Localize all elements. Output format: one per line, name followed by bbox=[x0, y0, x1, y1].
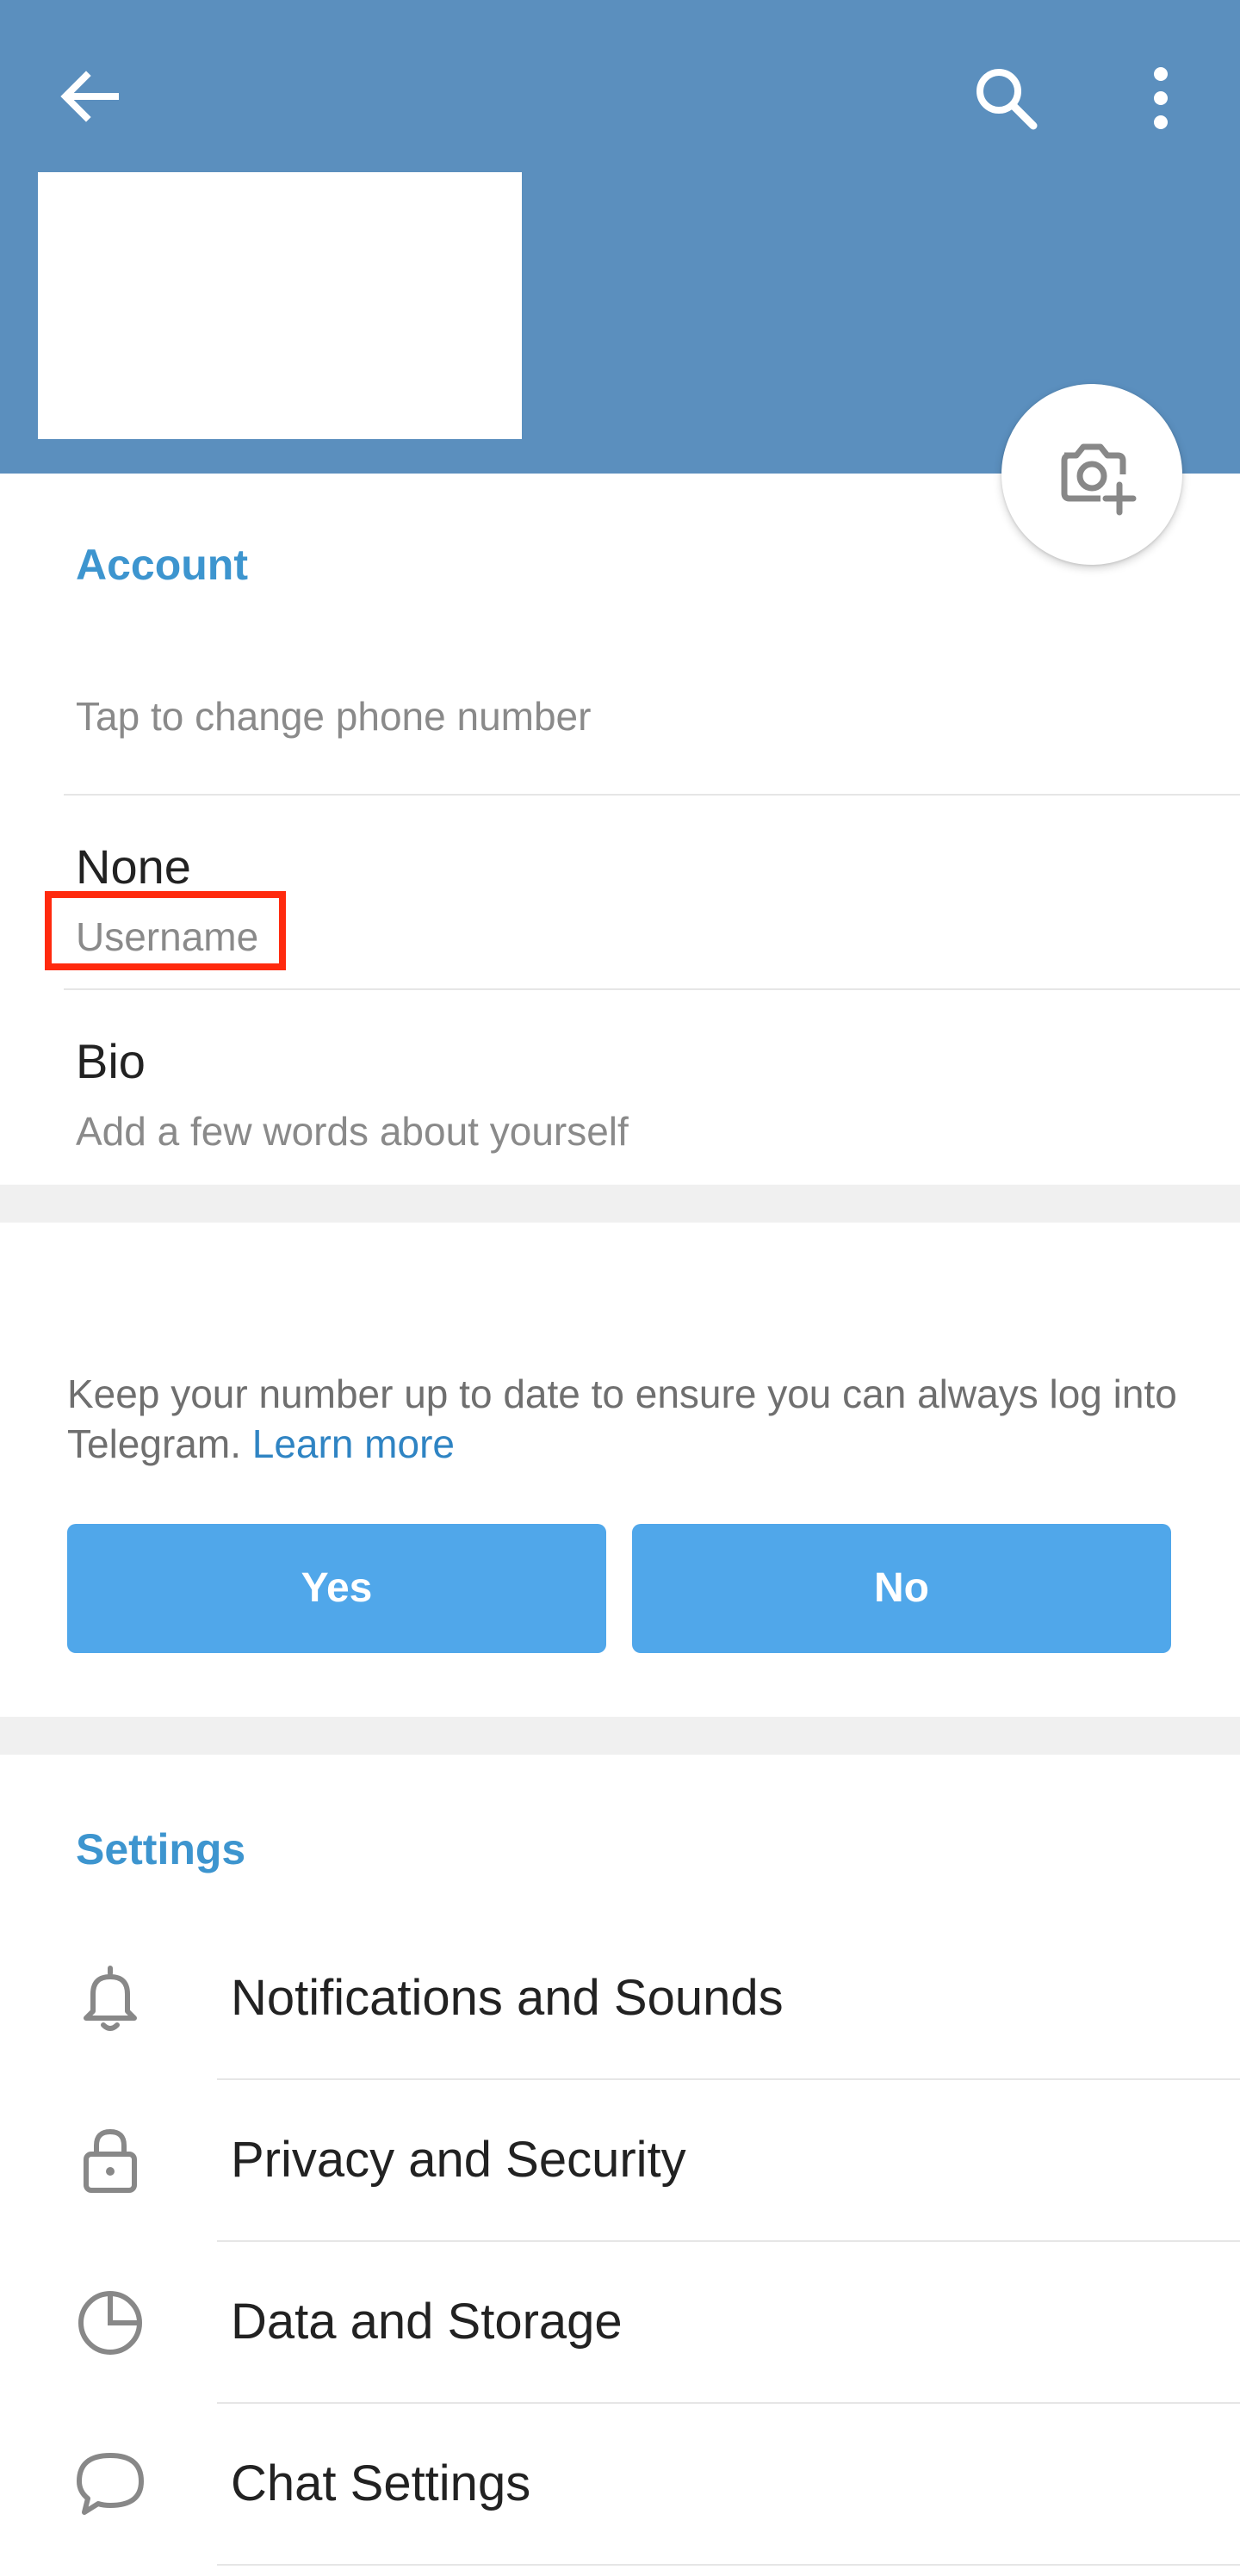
settings-item-chat[interactable]: Chat Settings bbox=[0, 2404, 1240, 2566]
settings-section-title: Settings bbox=[76, 1825, 246, 1873]
settings-item-label: Data and Storage bbox=[231, 2294, 623, 2350]
no-button[interactable]: No bbox=[632, 1524, 1171, 1653]
pie-chart-icon bbox=[78, 2291, 142, 2355]
profile-name-area bbox=[38, 172, 522, 439]
chat-bubble-icon bbox=[77, 2453, 144, 2515]
phone-hint: Tap to change phone number bbox=[76, 694, 592, 739]
username-highlight-box bbox=[45, 891, 286, 970]
settings-item-label: Notifications and Sounds bbox=[231, 1970, 784, 2026]
more-options-button[interactable] bbox=[1119, 57, 1202, 139]
bio-hint: Add a few words about yourself bbox=[76, 1109, 629, 1154]
bell-icon bbox=[84, 1966, 137, 2031]
suggestion-text: Keep your number up to date to ensure yo… bbox=[67, 1372, 1177, 1466]
learn-more-link[interactable]: Learn more bbox=[252, 1421, 455, 1466]
bio-title: Bio bbox=[76, 1034, 146, 1088]
back-button[interactable] bbox=[48, 53, 131, 136]
settings-item-privacy[interactable]: Privacy and Security bbox=[0, 2080, 1240, 2242]
phone-number-row[interactable]: Tap to change phone number bbox=[0, 646, 1240, 796]
settings-section: Settings Notifications and Sounds Privac… bbox=[0, 1755, 1240, 2576]
camera-add-icon bbox=[1061, 443, 1137, 516]
profile-settings-screen: Account Tap to change phone number None … bbox=[0, 0, 1240, 2576]
section-separator bbox=[0, 1185, 1240, 1223]
lock-icon bbox=[84, 2128, 137, 2193]
set-profile-photo-button[interactable] bbox=[1001, 384, 1182, 565]
suggestion-message: Keep your number up to date to ensure yo… bbox=[67, 1369, 1178, 1469]
settings-item-label: Privacy and Security bbox=[231, 2132, 686, 2188]
settings-item-data-storage[interactable]: Data and Storage bbox=[0, 2242, 1240, 2404]
search-button[interactable] bbox=[964, 57, 1047, 139]
account-section-title: Account bbox=[76, 541, 248, 589]
settings-item-notifications[interactable]: Notifications and Sounds bbox=[0, 1918, 1240, 2080]
divider bbox=[217, 2564, 1240, 2566]
section-separator bbox=[0, 1717, 1240, 1755]
bio-row[interactable]: Bio Add a few words about yourself bbox=[0, 990, 1240, 1185]
arrow-left-icon bbox=[60, 71, 119, 122]
account-section: Account Tap to change phone number None … bbox=[0, 474, 1240, 1185]
search-icon bbox=[976, 69, 1038, 130]
more-vertical-icon bbox=[1154, 67, 1168, 129]
username-value: None bbox=[76, 839, 191, 894]
yes-button[interactable]: Yes bbox=[67, 1524, 606, 1653]
phone-number-suggestion-card: Keep your number up to date to ensure yo… bbox=[0, 1223, 1240, 1717]
settings-item-label: Chat Settings bbox=[231, 2455, 531, 2511]
